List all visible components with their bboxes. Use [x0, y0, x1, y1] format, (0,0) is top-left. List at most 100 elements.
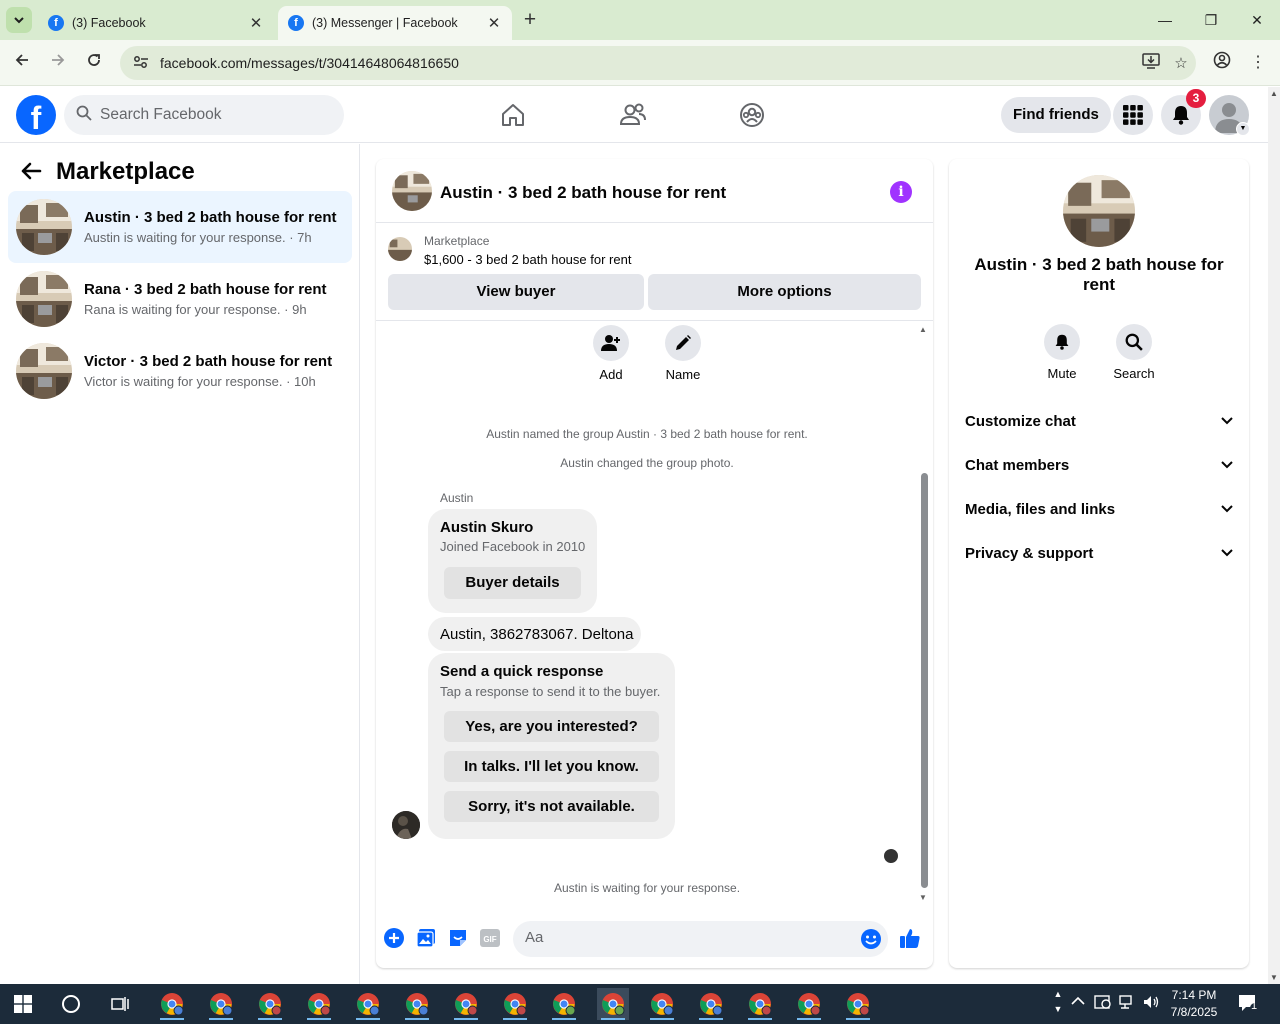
chrome-taskbar-icon[interactable]	[548, 988, 580, 1020]
menu-button[interactable]	[1113, 95, 1153, 135]
scroll-down-icon[interactable]: ▼	[1270, 973, 1278, 982]
account-chevron-down-icon[interactable]: ▼	[1236, 122, 1250, 136]
chrome-taskbar-icon[interactable]	[254, 988, 286, 1020]
emoji-icon[interactable]	[860, 928, 882, 950]
section-customize-chat[interactable]: Customize chat	[957, 401, 1241, 441]
read-receipt-avatar	[884, 849, 898, 863]
security-tray-icon[interactable]	[1094, 994, 1112, 1013]
facebook-search-input[interactable]	[100, 106, 320, 124]
show-hidden-icons[interactable]	[1071, 994, 1085, 1009]
buyer-joined: Joined Facebook in 2010	[440, 539, 586, 554]
facebook-logo-icon[interactable]: f	[16, 95, 56, 135]
back-arrow-icon[interactable]	[20, 160, 44, 184]
quick-response-button[interactable]: Sorry, it's not available.	[444, 791, 659, 822]
marketplace-sidebar: Marketplace Austin · 3 bed 2 bath house …	[0, 144, 360, 984]
close-window-button[interactable]: ✕	[1244, 8, 1270, 32]
gif-icon[interactable]: GIF	[479, 927, 501, 949]
taskbar-clock[interactable]: 7:14 PM 7/8/2025	[1164, 987, 1224, 1021]
section-privacy-support[interactable]: Privacy & support	[957, 533, 1241, 573]
add-people-button[interactable]: Add	[581, 325, 641, 382]
chrome-taskbar-icon[interactable]	[401, 988, 433, 1020]
profile-icon[interactable]	[1210, 51, 1234, 75]
chat-photo[interactable]	[1063, 175, 1135, 247]
find-friends-button[interactable]: Find friends	[1001, 97, 1111, 133]
forward-button[interactable]	[46, 51, 70, 75]
bookmark-star-icon[interactable]: ☆	[1166, 54, 1196, 72]
tab-close-icon[interactable]: ✕	[248, 14, 264, 32]
search-in-chat-button[interactable]: Search	[1104, 324, 1164, 381]
minimize-button[interactable]: —	[1152, 8, 1178, 32]
action-center-icon[interactable]: 1	[1238, 994, 1260, 1014]
browser-menu-icon[interactable]: ⋮	[1246, 51, 1270, 75]
reload-button[interactable]	[82, 51, 106, 75]
listing-summary[interactable]: Marketplace $1,600 - 3 bed 2 bath house …	[388, 233, 918, 273]
new-tab-button[interactable]: +	[519, 9, 541, 31]
sender-avatar[interactable]	[392, 811, 420, 839]
chrome-taskbar-icon[interactable]	[205, 988, 237, 1020]
chrome-taskbar-icon[interactable]	[842, 988, 874, 1020]
listing-price-title: $1,600 - 3 bed 2 bath house for rent	[424, 252, 632, 267]
network-icon[interactable]	[1118, 994, 1136, 1013]
chrome-taskbar-icon[interactable]	[744, 988, 776, 1020]
page-scrollbar[interactable]: ▲ ▼	[1268, 87, 1280, 984]
facebook-search[interactable]	[64, 95, 344, 135]
quick-response-card: Send a quick response Tap a response to …	[428, 653, 675, 839]
quick-response-button[interactable]: Yes, are you interested?	[444, 711, 659, 742]
section-chat-members[interactable]: Chat members	[957, 445, 1241, 485]
name-group-button[interactable]: Name	[653, 325, 713, 382]
tab-close-icon[interactable]: ✕	[486, 14, 502, 32]
back-button[interactable]	[10, 51, 34, 75]
taskbar-search-icon[interactable]	[62, 995, 80, 1013]
home-icon[interactable]	[497, 99, 529, 131]
chrome-taskbar-icon[interactable]	[156, 988, 188, 1020]
windows-start-icon[interactable]	[14, 995, 32, 1013]
info-icon[interactable]: i	[890, 181, 912, 203]
task-view-icon[interactable]	[111, 996, 129, 1012]
section-media-files-links[interactable]: Media, files and links	[957, 489, 1241, 529]
buyer-details-button[interactable]: Buyer details	[444, 567, 581, 599]
taskbar-scroll-icon[interactable]: ▲ ▼	[1052, 987, 1064, 1017]
chrome-taskbar-icon[interactable]	[303, 988, 335, 1020]
chrome-taskbar-icon[interactable]	[450, 988, 482, 1020]
browser-tab-messenger[interactable]: f (3) Messenger | Facebook ✕	[278, 6, 512, 40]
conversation-title: Rana · 3 bed 2 bath house for rent	[84, 281, 327, 298]
chat-thumbnail[interactable]	[392, 171, 432, 211]
restore-button[interactable]: ❐	[1198, 8, 1224, 32]
chrome-taskbar-icon[interactable]	[646, 988, 678, 1020]
conversation-item[interactable]: Austin · 3 bed 2 bath house for rent Aus…	[8, 191, 352, 263]
chat-title[interactable]: Austin · 3 bed 2 bath house for rent	[440, 183, 726, 203]
conversation-item[interactable]: Victor · 3 bed 2 bath house for rent Vic…	[8, 335, 352, 407]
scroll-down-icon[interactable]: ▼	[919, 893, 927, 902]
plus-circle-icon[interactable]	[383, 927, 405, 949]
browser-tab-facebook[interactable]: f (3) Facebook ✕	[38, 6, 274, 40]
groups-icon[interactable]	[736, 99, 768, 131]
site-info-icon[interactable]	[126, 55, 156, 72]
volume-icon[interactable]	[1142, 994, 1160, 1013]
conversation-item[interactable]: Rana · 3 bed 2 bath house for rent Rana …	[8, 263, 352, 335]
scroll-up-icon[interactable]: ▲	[1270, 89, 1278, 98]
sticker-icon[interactable]	[447, 927, 469, 949]
add-label: Add	[599, 367, 623, 382]
more-options-button[interactable]: More options	[648, 274, 921, 310]
chrome-taskbar-icon[interactable]	[793, 988, 825, 1020]
scroll-up-icon[interactable]: ▲	[919, 325, 927, 334]
chrome-taskbar-icon[interactable]	[352, 988, 384, 1020]
buyer-profile-card: Austin Skuro Joined Facebook in 2010 Buy…	[428, 509, 597, 613]
pencil-icon	[665, 325, 701, 361]
view-buyer-button[interactable]: View buyer	[388, 274, 644, 310]
arrow-left-icon	[15, 54, 28, 66]
address-bar[interactable]: facebook.com/messages/t/3041464806481665…	[120, 46, 1196, 80]
friends-icon[interactable]	[617, 99, 649, 131]
tab-search-dropdown[interactable]	[6, 7, 32, 33]
chrome-taskbar-icon[interactable]	[695, 988, 727, 1020]
mute-button[interactable]: Mute	[1032, 324, 1092, 381]
chrome-taskbar-icon[interactable]	[499, 988, 531, 1020]
photo-icon[interactable]	[415, 927, 437, 949]
chrome-taskbar-icon[interactable]	[597, 988, 629, 1020]
chat-scrollbar-thumb[interactable]	[921, 473, 928, 888]
install-app-icon[interactable]	[1136, 53, 1166, 73]
search-icon	[76, 105, 96, 126]
quick-response-button[interactable]: In talks. I'll let you know.	[444, 751, 659, 782]
message-input[interactable]	[525, 929, 845, 946]
like-thumb-icon[interactable]	[899, 927, 921, 949]
